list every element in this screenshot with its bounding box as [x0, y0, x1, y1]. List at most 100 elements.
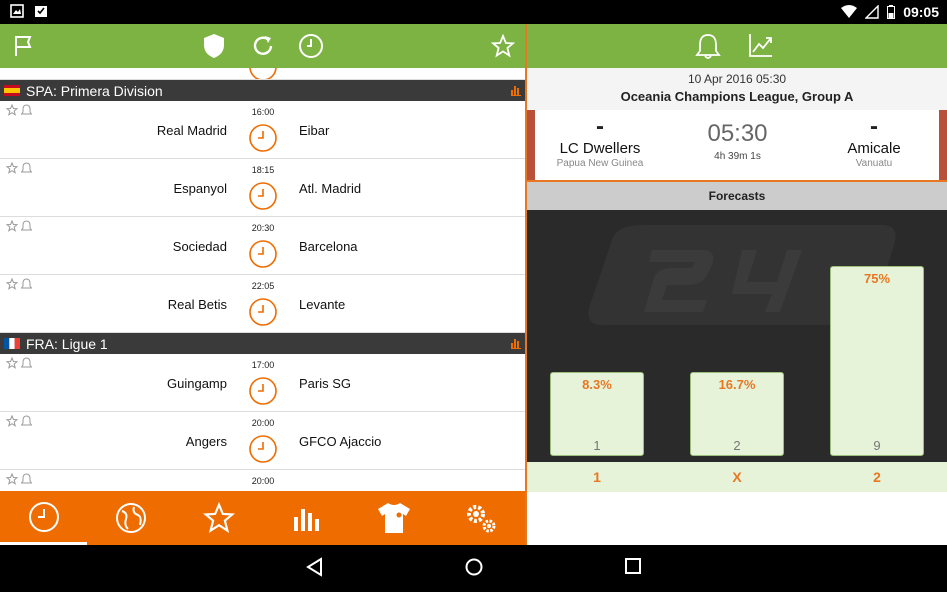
- forecast-labels: 1 X 2: [527, 462, 947, 492]
- row-actions: [6, 220, 32, 232]
- league-stats-icon[interactable]: [511, 337, 521, 349]
- clock-icon[interactable]: [297, 32, 325, 60]
- home-icon[interactable]: [464, 557, 484, 577]
- home-team-name: Guingamp: [167, 376, 227, 391]
- wifi-icon: [841, 5, 858, 18]
- match-time: 18:15: [251, 165, 275, 175]
- app: SPA: Primera Division 16:00 Real Madrid Eib…: [0, 24, 947, 545]
- away-team-name: Amicale: [847, 140, 901, 157]
- table-row[interactable]: 18:15 Espanyol Atl. Madrid: [0, 159, 525, 217]
- away-team-name: Paris SG: [299, 376, 352, 391]
- right-toolbar: [527, 24, 947, 68]
- back-icon[interactable]: [305, 557, 325, 577]
- kickoff-time: 05:30: [707, 120, 768, 147]
- bottom-nav: [0, 491, 525, 545]
- clock-icon: [249, 124, 277, 152]
- tab-world[interactable]: [87, 491, 174, 545]
- favorite-star-icon[interactable]: [6, 278, 18, 290]
- gears-icon: [466, 505, 495, 533]
- away-team-name: Barcelona: [299, 239, 358, 254]
- notify-bell-icon[interactable]: [21, 357, 32, 369]
- match-time: 20:00: [251, 418, 275, 428]
- favorite-star-icon[interactable]: [6, 162, 18, 174]
- favorite-star-icon[interactable]: [6, 473, 18, 485]
- match-time: 16:00: [251, 107, 275, 117]
- favorite-star-icon[interactable]: [6, 220, 18, 232]
- refresh-icon[interactable]: [249, 32, 277, 60]
- bell-icon[interactable]: [695, 32, 721, 65]
- clock-icon: [249, 298, 277, 326]
- forecast-label[interactable]: X: [690, 469, 784, 485]
- row-actions: [6, 278, 32, 290]
- shield-icon[interactable]: [200, 32, 228, 60]
- table-row[interactable]: 20:30 Sociedad Barcelona: [0, 217, 525, 275]
- tab-live[interactable]: [0, 491, 87, 545]
- league-header[interactable]: FRA: Ligue 1: [0, 333, 525, 354]
- leagues-container: SPA: Primera Division 16:00 Real Madrid Eib…: [0, 80, 525, 491]
- table-row[interactable]: 20:00: [0, 470, 525, 491]
- match-detail-pane: 10 Apr 2016 05:30 Oceania Champions Leag…: [527, 24, 947, 545]
- favorite-star-icon[interactable]: [6, 104, 18, 116]
- league-header[interactable]: SPA: Primera Division: [0, 80, 525, 101]
- trend-chart-icon[interactable]: [748, 32, 774, 63]
- forecast-label[interactable]: 1: [550, 469, 644, 485]
- home-team-name: Real Madrid: [156, 123, 227, 138]
- tab-settings[interactable]: [437, 491, 524, 545]
- away-team-country: Vanuatu: [855, 158, 893, 169]
- match-list[interactable]: SPA: Primera Division 16:00 Real Madrid Eib…: [0, 68, 525, 491]
- home-team-country: Papua New Guinea: [556, 158, 644, 169]
- france-flag-icon: [4, 338, 20, 349]
- kickoff-info: 05:30 4h 39m 1s: [665, 120, 810, 162]
- away-team-name: Atl. Madrid: [299, 181, 362, 196]
- forecast-bar[interactable]: 75% 9: [830, 266, 924, 456]
- tab-favorites[interactable]: [175, 491, 262, 545]
- tab-teams[interactable]: [350, 491, 437, 545]
- star-icon[interactable]: [489, 32, 517, 60]
- shirt-icon: [377, 503, 410, 533]
- notify-bell-icon[interactable]: [21, 104, 32, 116]
- battery-icon: [887, 5, 896, 19]
- home-team[interactable]: - LC Dwellers Papua New Guinea: [535, 110, 665, 169]
- globe-icon: [115, 503, 146, 533]
- match-time: 17:00: [251, 360, 275, 370]
- table-row[interactable]: 22:05 Real Betis Levante: [0, 275, 525, 333]
- home-team-name: Espanyol: [173, 181, 227, 196]
- league-stats-icon[interactable]: [511, 84, 521, 96]
- notify-bell-icon[interactable]: [21, 220, 32, 232]
- forecasts-chart: 8.3% 1 16.7% 2 75% 9: [527, 210, 947, 462]
- table-row[interactable]: 20:00 Angers GFCO Ajaccio: [0, 412, 525, 470]
- forecast-bar[interactable]: 16.7% 2: [690, 372, 784, 456]
- home-score: -: [596, 113, 604, 140]
- away-team-name: Eibar: [299, 123, 330, 138]
- forecast-label[interactable]: 2: [830, 469, 924, 485]
- table-row[interactable]: 16:00 Real Madrid Eibar: [0, 101, 525, 159]
- list-scroll-remnant: [0, 68, 525, 80]
- flag-icon[interactable]: [10, 32, 38, 60]
- favorite-star-icon[interactable]: [6, 357, 18, 369]
- tab-standings[interactable]: [262, 491, 349, 545]
- away-score: -: [870, 113, 878, 140]
- recents-icon[interactable]: [624, 557, 642, 575]
- system-nav-bar: [0, 545, 947, 592]
- table-row[interactable]: 17:00 Guingamp Paris SG: [0, 354, 525, 412]
- notify-bell-icon[interactable]: [21, 278, 32, 290]
- clock-icon: [28, 501, 59, 532]
- forecast-percent: 8.3%: [582, 377, 612, 392]
- forecast-count: 1: [593, 438, 601, 453]
- notify-bell-icon[interactable]: [21, 415, 32, 427]
- away-team-name: GFCO Ajaccio: [299, 434, 382, 449]
- notify-bell-icon[interactable]: [21, 162, 32, 174]
- away-team[interactable]: - Amicale Vanuatu: [809, 110, 939, 169]
- away-team-name: Levante: [299, 297, 346, 312]
- forecast-percent: 16.7%: [718, 377, 756, 392]
- clock-icon: [249, 435, 277, 463]
- left-toolbar: [0, 24, 525, 68]
- scoreboard: - LC Dwellers Papua New Guinea 05:30 4h …: [527, 110, 947, 180]
- forecast-bar[interactable]: 8.3% 1: [550, 372, 644, 456]
- row-actions: [6, 415, 32, 427]
- favorite-star-icon[interactable]: [6, 415, 18, 427]
- notify-bell-icon[interactable]: [21, 473, 32, 485]
- row-actions: [6, 162, 32, 174]
- clock-icon: [249, 182, 277, 210]
- check-notification-icon: [35, 6, 47, 17]
